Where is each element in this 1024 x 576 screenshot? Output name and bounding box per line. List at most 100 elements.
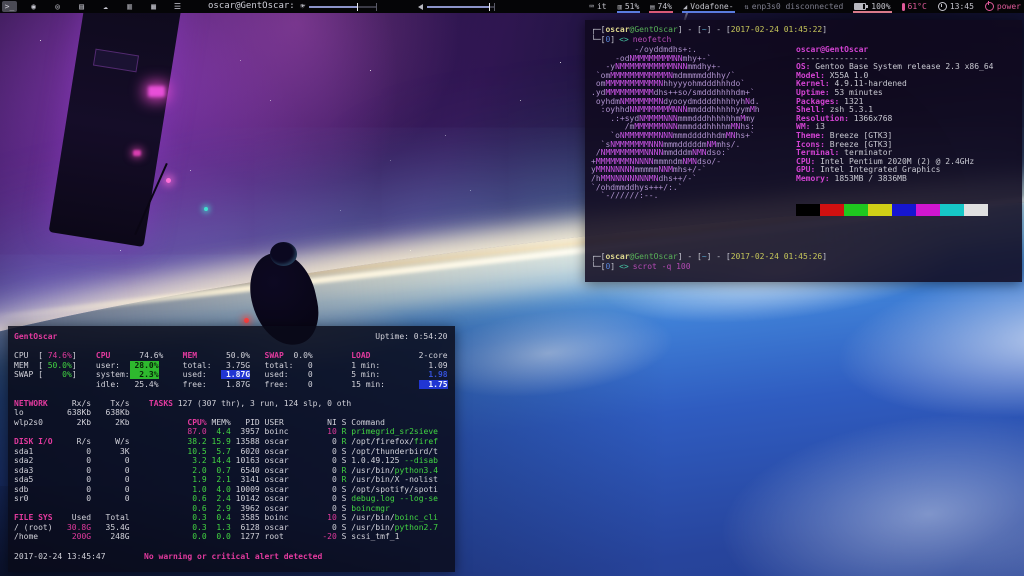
prompt-frame: ] [822, 252, 827, 261]
desktop: >_◉◎▤☁▥▦☰ oscar@GentOscar: ~ ☀ it51%74%V… [0, 0, 1024, 576]
launcher-text-editor-icon[interactable]: ▥ [122, 1, 137, 12]
terminal-window[interactable]: ┌─[oscar@GentOscar] - [~] - [2017-02-24 … [585, 20, 1022, 282]
prompt-timestamp: 2017-02-24 01:45:22 [731, 25, 823, 34]
glances-line: MEM [ 50.0%] user: 28.0% total: 3.75G to… [14, 361, 449, 371]
launcher-cloud-app-icon[interactable]: ☁ [98, 1, 113, 12]
glances-line: DISK I/O R/s W/s 38.2 15.9 13588 oscar 0… [14, 437, 449, 447]
power-label: power [997, 2, 1021, 11]
prompt-timestamp: 2017-02-24 01:45:26 [731, 252, 823, 261]
brightness-control[interactable]: ☀ [300, 0, 377, 13]
launcher-firefox-icon[interactable]: ◉ [26, 1, 41, 12]
prompt-frame: └─[ [591, 35, 605, 44]
glances-line: sda5 0 0 1.9 2.1 3141 oscar 0 R /usr/bin… [14, 475, 449, 485]
prompt-frame: ┌─[ [591, 25, 605, 34]
red-light-dot [244, 318, 249, 323]
launcher-chromium-icon[interactable]: ◎ [50, 1, 65, 12]
palette-color-block [940, 204, 964, 216]
astronaut-helmet [270, 242, 297, 266]
temperature-module[interactable]: 61°C [901, 0, 928, 13]
launcher-file-manager-icon[interactable]: ▤ [74, 1, 89, 12]
prompt-frame: ] [822, 25, 827, 34]
glances-line [14, 389, 449, 399]
prompt-arrow: <> [619, 35, 629, 44]
memory-usage-module[interactable]: 74% [649, 0, 673, 13]
glances-line: GentOscar Uptime: 0:54:20 [14, 332, 449, 342]
prompt-line-2: ┌─[oscar@GentOscar] - [~] - [2017-02-24 … [591, 252, 1016, 262]
glances-line: 87.0 4.4 3957 boinc 10 R primegrid_sr2si… [14, 427, 449, 437]
glances-line [14, 342, 449, 352]
power-module[interactable]: power [984, 0, 1022, 13]
glances-line: SWAP [ 0%] system: 2.3% used: 1.87G used… [14, 370, 449, 380]
launcher-app-grid-2-icon[interactable]: ☰ [170, 1, 185, 12]
wifi-network-label: Vodafone- [690, 2, 733, 11]
palette-color-block [964, 204, 988, 216]
cpu-usage-label: 51% [625, 2, 639, 11]
brightness-slider-handle[interactable] [357, 3, 358, 11]
palette-color-block [796, 204, 820, 216]
neofetch-field: Memory: 1853MB / 3836MB [796, 175, 993, 184]
volume-slider[interactable] [427, 6, 495, 8]
prompt-frame: ┌─[ [591, 252, 605, 261]
prompt-sep: ] - [ [707, 252, 731, 261]
prompt-host: @GentOscar [630, 25, 678, 34]
launcher-icons: >_ ◉ ◎ ▤ ☁ ▥ ▦ ☰ [2, 0, 185, 13]
prompt-sep: ] - [ [707, 25, 731, 34]
keyboard-layout-module[interactable]: it [588, 0, 607, 13]
prompt-frame: ] [610, 35, 615, 44]
neofetch-output: -/oyddmdhs+:. -odNMMMMMMMMNNmhy+-` -yNMM… [591, 46, 1016, 202]
station-light [148, 86, 165, 97]
neofetch-info: oscar@GentOscar --------------- OS: Gent… [796, 46, 993, 184]
prompt-sep: ] - [ [678, 252, 702, 261]
prompt-sep: ] - [ [678, 25, 702, 34]
command-scrot: scrot -q 100 [633, 262, 691, 271]
power-icon [985, 2, 994, 11]
gauge-icon [618, 2, 622, 11]
battery-module[interactable]: 100% [853, 0, 891, 13]
palette-color-block [916, 204, 940, 216]
glances-line: 0.6 2.9 3962 oscar 0 S boincmgr [14, 504, 449, 514]
volume-slider-handle[interactable] [489, 3, 490, 11]
glances-line: lo 638Kb 638Kb [14, 408, 449, 418]
prompt-frame: └─[ [591, 262, 605, 271]
station-light [133, 150, 141, 156]
glances-line [14, 542, 449, 552]
clock-module[interactable]: 13:45 [937, 0, 975, 13]
glances-line: wlp2s0 2Kb 2Kb CPU% MEM% PID USER NI S C… [14, 418, 449, 428]
glances-lines: GentOscar Uptime: 0:54:20CPU [ 74.6%] CP… [14, 332, 449, 561]
prompt-user: oscar [605, 252, 629, 261]
ethernet-status-module[interactable]: enp3s0 disconnected [744, 0, 845, 13]
wifi-icon [683, 2, 687, 11]
battery-label: 100% [871, 2, 890, 11]
keyboard-icon [589, 2, 594, 11]
glances-line: sda1 0 3K 10.5 5.7 6020 oscar 0 S /opt/t… [14, 447, 449, 457]
launcher-app-grid-1-icon[interactable]: ▦ [146, 1, 161, 12]
glances-monitor-window[interactable]: GentOscar Uptime: 0:54:20CPU [ 74.6%] CP… [8, 326, 455, 572]
volume-icon [418, 4, 423, 10]
neofetch-logo-line: `-//////:--. [591, 192, 1016, 201]
palette-color-block [892, 204, 916, 216]
glances-line: sdb 0 0 1.0 4.0 10009 oscar 0 S /opt/spo… [14, 485, 449, 495]
terminal-color-palette [796, 204, 988, 216]
clock-label: 13:45 [950, 2, 974, 11]
space-station-silhouette [49, 0, 184, 247]
stars [40, 40, 41, 41]
brightness-icon: ☀ [300, 2, 305, 11]
wifi-network-module[interactable]: Vodafone- [682, 0, 735, 13]
launcher-terminal-icon[interactable]: >_ [2, 1, 17, 12]
ethernet-status-label: enp3s0 disconnected [752, 2, 844, 11]
volume-control[interactable] [418, 0, 495, 13]
memory-usage-label: 74% [658, 2, 672, 11]
glances-line: FILE SYS Used Total 0.3 0.4 3585 boinc 1… [14, 513, 449, 523]
keyboard-layout-label: it [597, 2, 607, 11]
clock-icon [938, 2, 947, 11]
brightness-slider[interactable] [309, 6, 377, 8]
command-neofetch: neofetch [633, 35, 672, 44]
glances-line: sr0 0 0 0.6 2.4 10142 oscar 0 S debug.lo… [14, 494, 449, 504]
neofetch-field: Resolution: 1366x768 [796, 115, 993, 124]
cpu-usage-module[interactable]: 51% [617, 0, 641, 13]
prompt-line-1: ┌─[oscar@GentOscar] - [~] - [2017-02-24 … [591, 25, 1016, 35]
command-line-2: └─[0]<>scrot -q 100 [591, 262, 1016, 272]
glances-line: sda3 0 0 2.0 0.7 6540 oscar 0 R /usr/bin… [14, 466, 449, 476]
command-line-1: └─[0]<>neofetch [591, 35, 1016, 45]
palette-color-block [868, 204, 892, 216]
